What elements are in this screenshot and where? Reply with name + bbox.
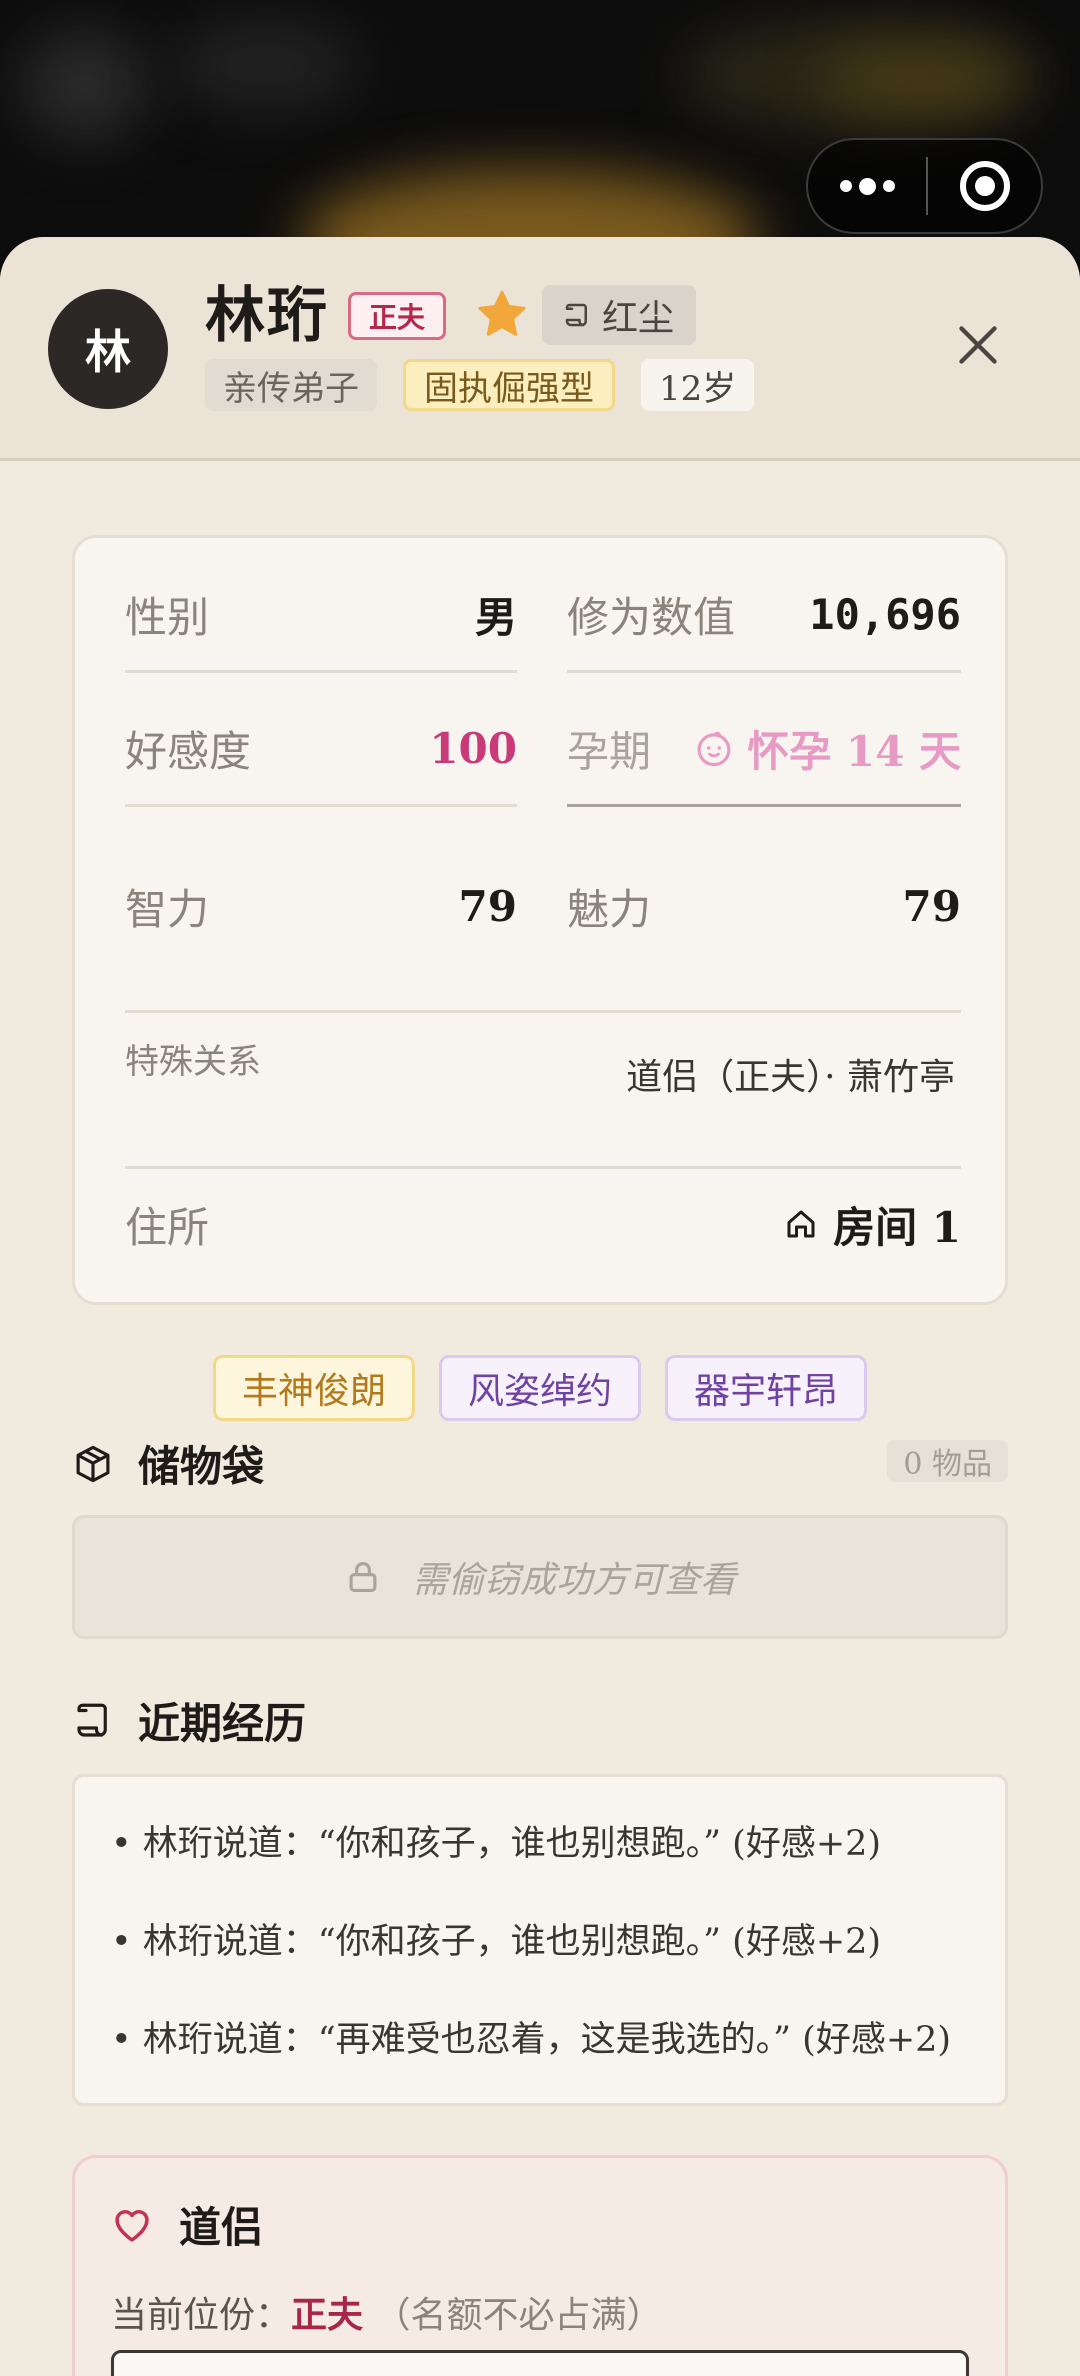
stat-charm: 魅力 79 [567,870,961,942]
role-badge: 正夫 [348,292,447,340]
storage-count-badge: 0 物品 [887,1440,1008,1482]
star-icon [478,290,526,336]
trait-tags: 丰神俊朗 风姿绰约 器宇轩昂 [0,1355,1080,1421]
stat-cultivation: 修为数值 10,696 [567,578,961,650]
lock-icon [349,1561,377,1593]
divider [567,670,961,673]
storage-title: 储物袋 [138,1442,265,1491]
avatar: 林 [48,289,168,409]
scroll-icon [565,303,587,327]
gender-value: 男 [474,592,517,642]
stat-intellect: 智力 79 [125,870,517,942]
history-list: • 林珩说道：“你和孩子，谁也别想跑。” (好感+2) • 林珩说道：“你和孩子… [72,1774,1008,2106]
partner-title-row: 道侣 [111,2194,263,2255]
more-menu-button[interactable] [808,177,926,195]
divider [125,804,517,807]
target-icon [959,161,1010,211]
trait-tag: 器宇轩昂 [665,1355,868,1421]
divider [125,1010,961,1013]
partner-title: 道侣 [179,2203,264,2252]
intellect-value: 79 [458,881,517,931]
storage-section-title: 储物袋 [72,1433,264,1494]
charm-label: 魅力 [567,884,652,934]
stat-pregnancy: 孕期 怀孕 14 天 [567,712,961,784]
relation-value: 道侣（正夫）· 萧竹亭 [626,1057,955,1098]
home-icon [787,1210,815,1238]
locked-text: 需偷窃成功方可查看 [411,1560,736,1601]
scroll-icon [77,1703,107,1737]
stat-residence: 住所 房间 1 [125,1188,961,1260]
position-value: 正夫 [291,2294,364,2336]
character-detail-sheet: 林 林珩 正夫 红尘 亲传弟子 固执倔强型 12岁 性别 男 修为数值 10,6… [0,237,1080,2376]
stat-gender: 性别 男 [125,578,517,650]
stat-affection: 好感度 100 [125,712,517,784]
baby-face-icon [697,731,731,767]
cultivation-value: 10,696 [809,589,961,639]
trait-tag: 丰神俊朗 [212,1355,415,1421]
heart-icon [115,2209,149,2242]
residence-value: 房间 1 [833,1202,961,1252]
pregnancy-label: 孕期 [567,726,652,776]
partner-select-field[interactable] [111,2350,969,2376]
list-item: • 林珩说道：“你和孩子，谁也别想跑。” (好感+2) [111,1922,882,1962]
history-section-title: 近期经历 [72,1690,306,1751]
partner-section: 道侣 当前位份：正夫 （名额不必占满） [72,2155,1008,2376]
close-icon[interactable] [956,323,1000,367]
residence-label: 住所 [125,1202,210,1252]
tag-disciple: 亲传弟子 [205,359,377,411]
list-item: • 林珩说道：“再难受也忍着，这是我选的。” (好感+2) [111,2020,952,2060]
charm-value: 79 [902,881,961,931]
affection-value: 100 [429,723,517,773]
affection-label: 好感度 [125,726,252,776]
stats-card: 性别 男 修为数值 10,696 好感度 100 孕期 怀孕 14 天 智力 7… [72,535,1008,1305]
partner-position-line: 当前位份：正夫 （名额不必占满） [111,2286,663,2338]
trait-tag: 风姿绰约 [438,1355,641,1421]
character-tags: 亲传弟子 固执倔强型 12岁 [205,359,755,411]
list-item: • 林珩说道：“你和孩子，谁也别想跑。” (好感+2) [111,1824,882,1864]
mini-program-capsule [806,138,1043,234]
character-header: 林 林珩 正夫 红尘 亲传弟子 固执倔强型 12岁 [0,237,1080,461]
position-label: 当前位份： [111,2295,292,2336]
tag-age: 12岁 [641,359,755,411]
relation-label: 特殊关系 [125,1042,261,1082]
close-miniprogram-button[interactable] [928,161,1041,211]
character-name: 林珩 [205,281,329,351]
box-icon [76,1445,110,1482]
position-note: （名额不必占满） [374,2295,663,2336]
divider [125,1166,961,1169]
realm-badge: 红尘 [542,285,697,345]
cultivation-label: 修为数值 [567,592,736,642]
realm-label: 红尘 [602,298,675,339]
intellect-label: 智力 [125,884,210,934]
residence-value-group: 房间 1 [783,1194,961,1255]
gender-label: 性别 [125,592,210,642]
divider [125,670,517,673]
divider [567,804,961,807]
tag-personality: 固执倔强型 [403,359,615,411]
history-title: 近期经历 [138,1699,307,1748]
storage-locked-panel: 需偷窃成功方可查看 [72,1515,1008,1639]
pregnancy-value: 怀孕 14 天 [747,726,961,776]
pregnancy-value-group: 怀孕 14 天 [693,718,961,779]
